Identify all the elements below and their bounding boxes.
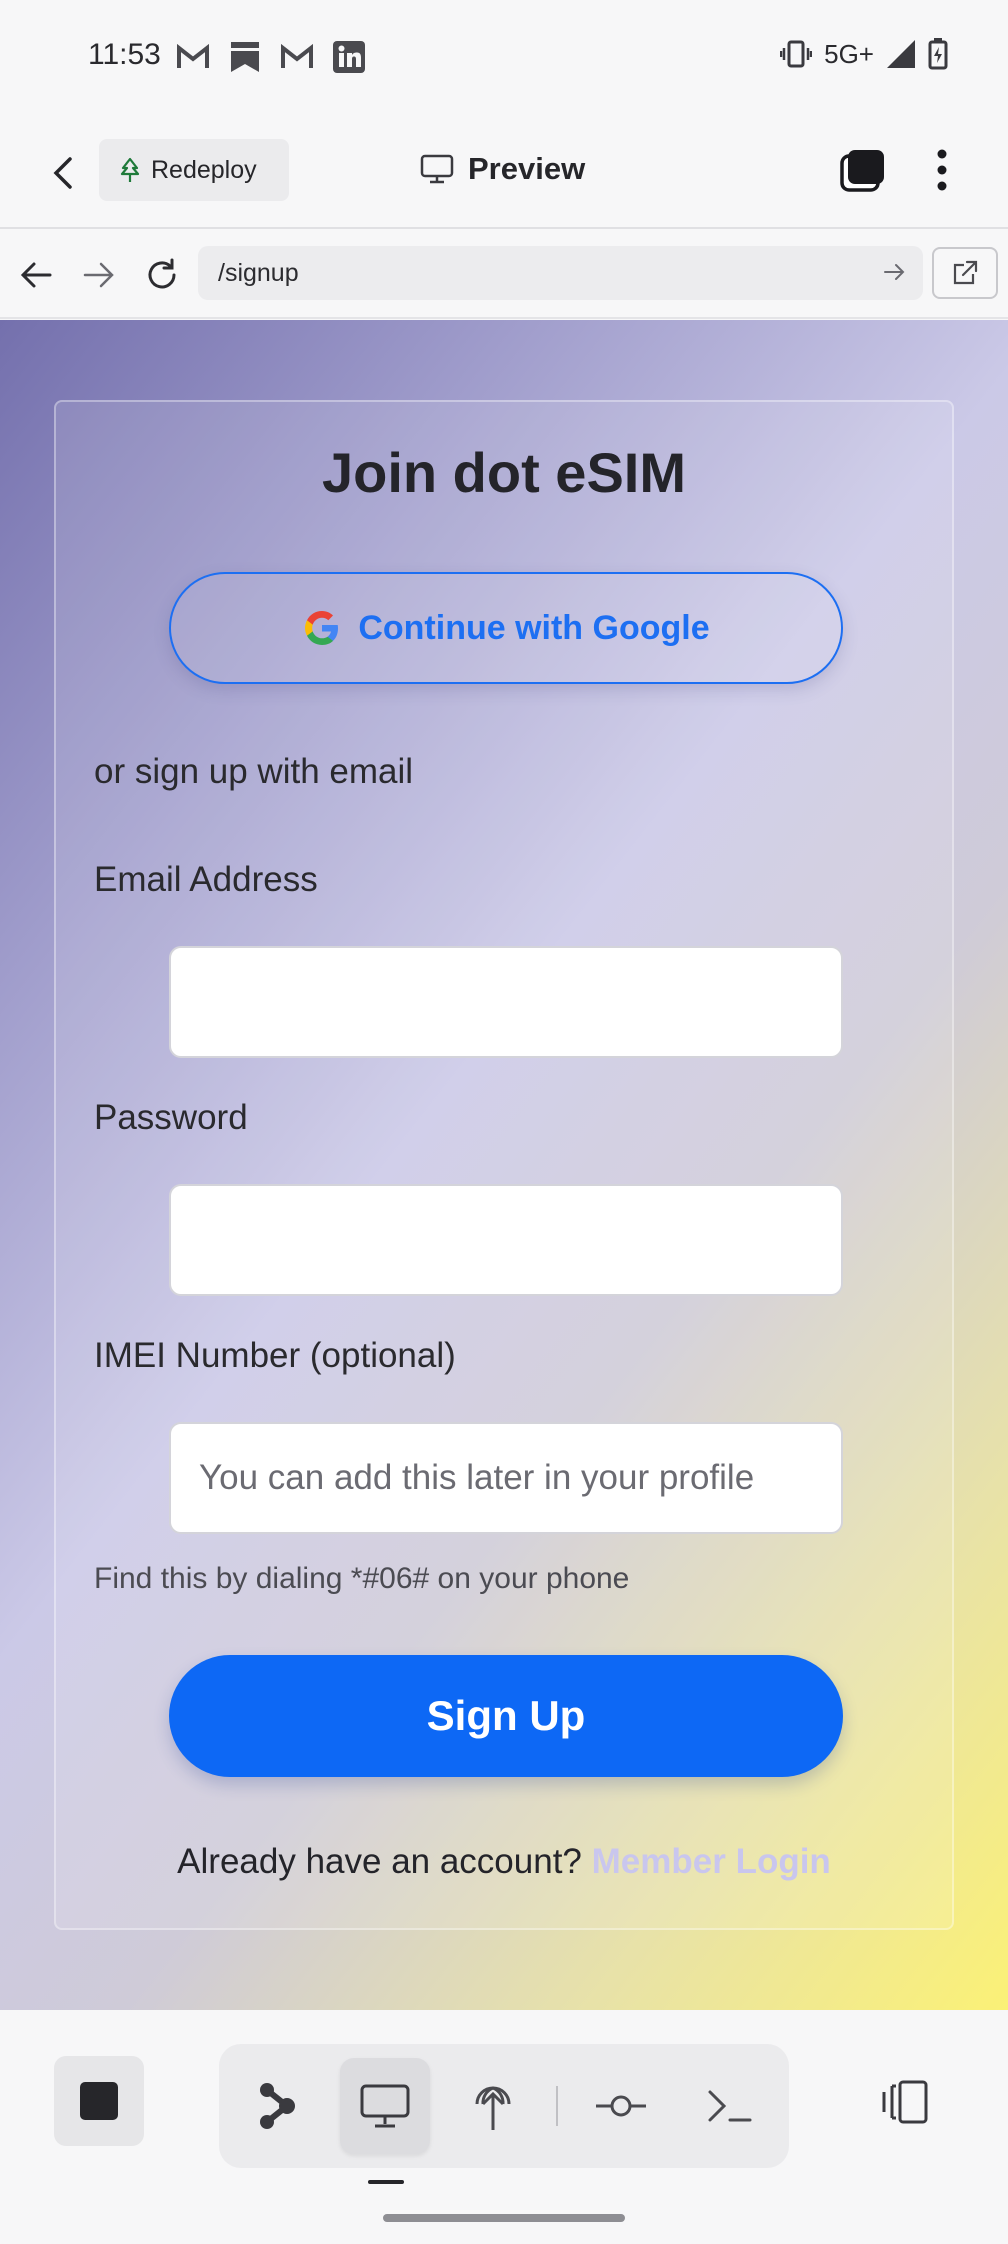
deploy-tool-button[interactable] (448, 2058, 538, 2154)
google-icon (305, 611, 339, 645)
password-label: Password (94, 1098, 248, 1137)
reload-icon (148, 258, 176, 289)
deploy-icon (475, 2086, 511, 2130)
member-login-link[interactable]: Member Login (592, 1842, 831, 1881)
open-external-button[interactable] (932, 247, 998, 299)
tool-group (219, 2044, 789, 2168)
preview-label: Preview (468, 151, 586, 186)
side-panel-icon (882, 2080, 928, 2124)
agent-tool-button[interactable] (232, 2058, 322, 2154)
gmail-icon (176, 40, 210, 74)
bottom-toolbar (0, 2010, 1008, 2244)
page-title: Join dot eSIM (322, 441, 686, 504)
login-prompt-text: Already have an account? (177, 1842, 582, 1881)
toolbar-divider (556, 2086, 558, 2126)
or-divider-text: or sign up with email (94, 752, 414, 791)
gmail-icon (280, 40, 314, 74)
stop-button[interactable] (54, 2056, 144, 2146)
imei-hint: Find this by dialing *#06# on your phone (94, 1562, 630, 1595)
external-link-icon (953, 260, 978, 285)
tabs-icon (840, 150, 884, 192)
notification-icons (176, 40, 366, 74)
commit-icon (596, 2095, 646, 2117)
monitor-icon (360, 2084, 410, 2128)
sign-up-button[interactable]: Sign Up (169, 1655, 843, 1777)
email-label: Email Address (94, 860, 318, 899)
status-bar: 11:53 5G+ (0, 0, 1008, 115)
system-status: 5G+ (780, 38, 948, 70)
email-field[interactable] (169, 946, 843, 1058)
terminal-icon (708, 2090, 752, 2122)
signup-card: Join dot eSIM Continue with Google or si… (54, 400, 954, 1930)
redeploy-label: Redeploy (151, 155, 257, 184)
imei-field[interactable]: You can add this later in your profile (169, 1422, 843, 1534)
stop-icon (80, 2082, 118, 2120)
status-time: 11:53 (88, 38, 161, 71)
back-button[interactable] (42, 151, 86, 195)
more-vertical-icon (937, 149, 947, 191)
more-button[interactable] (922, 146, 962, 199)
login-prompt: Already have an account? Member Login (56, 1842, 952, 1882)
agent-icon (260, 2083, 295, 2129)
git-tool-button[interactable] (576, 2058, 666, 2154)
signal-icon (887, 40, 915, 68)
reload-button[interactable] (140, 253, 184, 297)
go-arrow-icon[interactable] (883, 260, 907, 284)
browser-forward-button[interactable] (77, 253, 121, 297)
redeploy-button[interactable]: Redeploy (99, 139, 289, 201)
browser-toolbar: /signup (0, 231, 1008, 319)
google-button-label: Continue with Google (358, 608, 710, 647)
password-field[interactable] (169, 1184, 843, 1296)
terminal-tool-button[interactable] (684, 2058, 774, 2154)
panel-toggle-button[interactable] (876, 2080, 930, 2129)
bookmark-icon (228, 40, 262, 74)
arrow-left-icon (20, 262, 52, 288)
active-tab-indicator (368, 2180, 404, 2184)
preview-tool-button[interactable] (340, 2058, 430, 2154)
url-text: /signup (218, 258, 299, 287)
monitor-icon (420, 154, 454, 184)
url-field[interactable]: /signup (198, 246, 923, 300)
continue-with-google-button[interactable]: Continue with Google (169, 572, 843, 684)
network-type: 5G+ (824, 38, 874, 69)
web-page-viewport: Join dot eSIM Continue with Google or si… (0, 320, 1008, 2010)
chevron-left-icon (53, 157, 72, 189)
imei-placeholder: You can add this later in your profile (199, 1458, 755, 1497)
home-indicator[interactable] (383, 2214, 625, 2222)
vibrate-icon (780, 40, 813, 68)
arrow-right-icon (83, 262, 114, 288)
browser-back-button[interactable] (14, 253, 58, 297)
tabs-button[interactable] (838, 148, 886, 199)
tree-icon (120, 157, 140, 182)
linkedin-icon (332, 40, 366, 74)
battery-icon (928, 38, 948, 70)
preview-title: Preview (420, 151, 585, 187)
imei-label: IMEI Number (optional) (94, 1336, 456, 1375)
